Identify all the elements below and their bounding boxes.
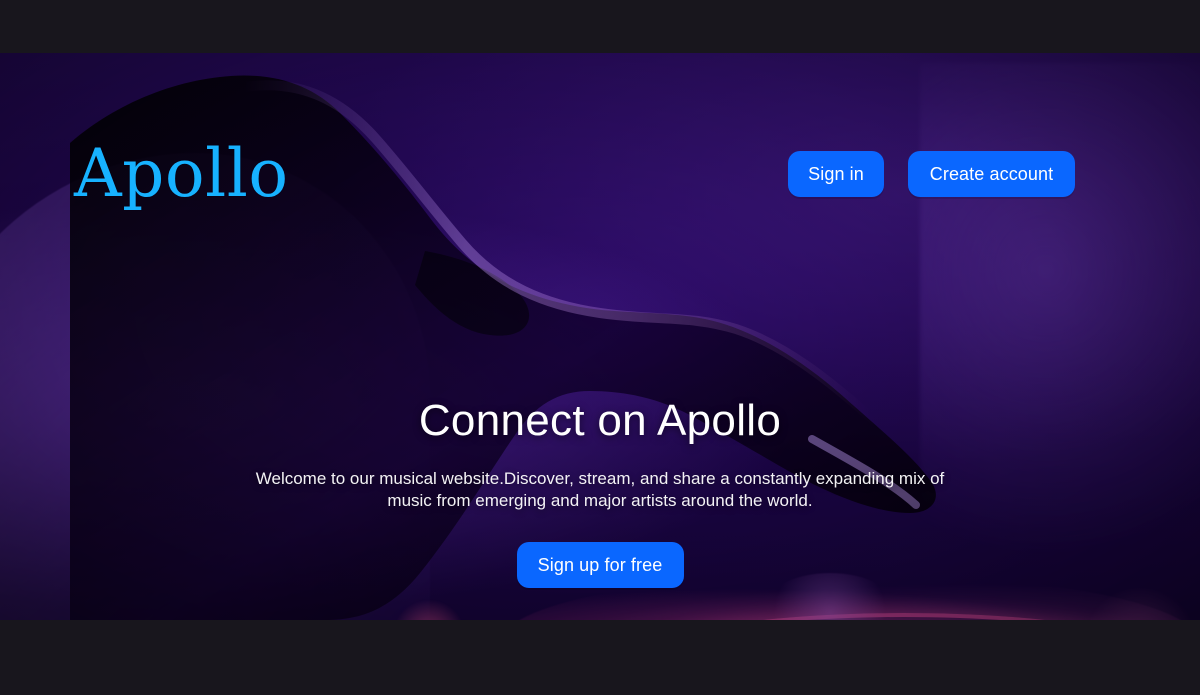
background-glow [920, 63, 1200, 583]
bokeh-light [392, 599, 466, 620]
hero-cta-wrapper: Sign up for free [0, 542, 1200, 588]
brand-logo[interactable]: Apollo [74, 141, 289, 207]
create-account-button[interactable]: Create account [908, 151, 1075, 197]
hero-description: Welcome to our musical website.Discover,… [255, 469, 945, 510]
top-nav: Sign in Create account [788, 151, 1075, 197]
sign-up-free-button[interactable]: Sign up for free [516, 542, 684, 588]
turntable-ring [630, 613, 1178, 620]
app-frame: Apollo Sign in Create account Connect on… [0, 0, 1200, 695]
bokeh-light [1080, 588, 1200, 620]
hero-headline: Connect on Apollo [418, 396, 782, 445]
sign-in-button[interactable]: Sign in [788, 151, 884, 197]
